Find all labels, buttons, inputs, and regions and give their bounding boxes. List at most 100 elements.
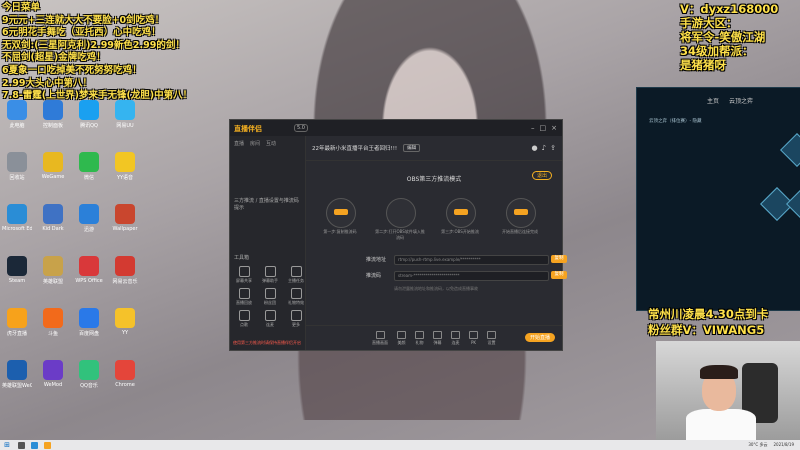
app-icon <box>79 100 99 120</box>
desktop-icon[interactable]: 迅游 <box>74 204 104 233</box>
desktop-icon[interactable]: 腾讯QQ <box>74 100 104 129</box>
desktop-icon[interactable]: WeGame <box>38 152 68 180</box>
desktop-icon[interactable]: 微信 <box>74 152 104 181</box>
desktop-icon[interactable]: YY <box>110 308 140 336</box>
maximize-icon[interactable]: □ <box>540 124 547 132</box>
desktop-icon-label: WeMod <box>43 382 63 388</box>
toolbar-item[interactable]: 设置 <box>487 330 496 346</box>
desktop-icon[interactable]: 虎牙直播 <box>2 308 32 337</box>
tab-room[interactable]: 房间 <box>250 140 260 147</box>
desktop-icon[interactable]: WPS Office <box>74 256 104 284</box>
menu-line: 6元明花手舞吃（亚托西）心中吃鸡！ <box>2 27 161 39</box>
bell-icon[interactable]: ♪ <box>542 144 546 152</box>
desktop-icon-label: 迅游 <box>83 227 94 233</box>
desktop-icon[interactable]: 控制面板 <box>38 100 68 129</box>
bottom-tip: 使用第三方推流时请保持直播伴侣开启 <box>233 340 301 345</box>
app-taskbar-icon[interactable] <box>44 441 51 449</box>
tab-tft[interactable]: 云顶之弈 <box>729 96 753 105</box>
tab-live[interactable]: 直播 <box>234 140 244 147</box>
desktop-icon[interactable]: 网易UU <box>110 100 140 129</box>
tool-item[interactable]: 点歌 <box>232 310 256 328</box>
menu-line: 9元元+三连就大大不要脸+0剑吃鸡！ <box>2 14 165 26</box>
desktop-icon[interactable]: 英雄联盟 <box>38 256 68 285</box>
menu-line: 不屈剑(超星)金牌吃鸡！ <box>2 52 106 64</box>
tool-item[interactable]: 更多 <box>284 310 308 328</box>
desktop-icon-label: WeGame <box>41 174 65 180</box>
tool-item[interactable]: 主播任务 <box>284 266 308 284</box>
start-live-button[interactable]: 开始直播 <box>524 333 555 342</box>
desktop-icon-label: 斗鱼 <box>47 331 58 337</box>
desktop-icon[interactable]: 斗鱼 <box>38 308 68 337</box>
desktop-icon[interactable]: QQ音乐 <box>74 360 104 389</box>
windows-start-icon[interactable]: ⊞ <box>2 440 12 450</box>
tool-label: 粉丝团 <box>264 300 276 305</box>
desktop-icon-label: 此电脑 <box>9 123 25 129</box>
step-label: 开始直播后连接完成 <box>502 229 538 234</box>
desktop-icon[interactable]: 网易云音乐 <box>110 256 140 285</box>
tool-item[interactable]: 弹幕助手 <box>258 266 282 284</box>
desktop-icon[interactable]: 百度网盘 <box>74 308 104 337</box>
contact-line: 手游大区： <box>680 16 738 30</box>
toolbar-icon <box>415 330 424 339</box>
desktop-icon[interactable]: Kid Dark <box>38 204 68 232</box>
desktop-icon-label: YY <box>121 330 129 336</box>
clock-text[interactable]: 2021/8/19 <box>773 442 794 448</box>
stream-key-field[interactable]: stream-*********************** <box>394 271 549 281</box>
minimize-icon[interactable]: – <box>531 124 535 132</box>
desktop-icon-label: Wallpaper <box>112 226 138 232</box>
toolbar-item[interactable]: 弹幕 <box>433 330 442 346</box>
desktop-icon[interactable]: Wallpaper <box>110 204 140 232</box>
desktop-icon[interactable]: Chrome <box>110 360 140 388</box>
desktop-icon[interactable]: 此电脑 <box>2 100 32 129</box>
desktop-icon-label: 百度网盘 <box>78 331 99 337</box>
streaming-app-window: 直播伴侣 5.0 – □ × 直播 房间 互动 三方推流 / 直播设置与推流码提… <box>229 119 567 351</box>
exit-button[interactable]: 退出 <box>531 171 552 180</box>
toolbar-item[interactable]: 美颜 <box>397 330 406 346</box>
search-icon[interactable] <box>18 441 25 449</box>
app-icon <box>7 204 27 224</box>
desktop-icon-label: 腾讯QQ <box>80 123 98 129</box>
tool-label: 连麦 <box>266 322 274 327</box>
taskbar: ⊞ 30°C 多云 2021/8/19 <box>0 440 800 450</box>
edit-button[interactable]: 编辑 <box>403 144 421 152</box>
copy-url-button[interactable]: 复制 <box>551 255 567 263</box>
tool-label: 主播任务 <box>288 278 304 283</box>
step-label: 第三步:OBS开始推流 <box>441 229 479 234</box>
desktop-icon[interactable]: WeMod <box>38 360 68 388</box>
tool-item[interactable]: 连麦 <box>258 310 282 328</box>
share-icon[interactable]: ⇪ <box>550 144 556 152</box>
toolbar-item[interactable]: PK <box>469 331 478 345</box>
tab-interact[interactable]: 互动 <box>266 140 276 147</box>
webcam-feed <box>656 341 800 440</box>
tool-item[interactable]: 屏幕共享 <box>232 266 256 284</box>
push-url-label: 推流地址 <box>366 257 387 263</box>
weather-text[interactable]: 30°C 多云 <box>748 442 767 448</box>
edge-taskbar-icon[interactable] <box>31 441 38 449</box>
toolbar-item[interactable]: 连麦 <box>451 330 460 346</box>
tool-item[interactable]: 礼物特效 <box>284 288 308 306</box>
desktop-icon-label: 网易UU <box>116 123 134 129</box>
mode-title: OBS第三方推流模式 <box>406 176 462 183</box>
close-icon[interactable]: × <box>551 124 557 132</box>
toolbar-item[interactable]: 直播画面 <box>372 330 388 346</box>
step-circle <box>386 198 416 228</box>
avatar[interactable]: ● <box>532 144 538 152</box>
tab-home[interactable]: 主页 <box>707 96 719 105</box>
tool-label: 点歌 <box>240 322 248 327</box>
desktop-icon[interactable]: 回收站 <box>2 152 32 181</box>
toolbar-icon <box>433 330 442 339</box>
stream-key-label: 推流码 <box>366 273 382 279</box>
tool-item[interactable]: 粉丝团 <box>258 288 282 306</box>
desktop-icon[interactable]: YY语音 <box>110 152 140 181</box>
toolbar-label: 美颜 <box>397 339 406 345</box>
desktop-icon-label: 回收站 <box>9 175 25 181</box>
step-circle <box>446 198 476 228</box>
toolbar-item[interactable]: 礼物 <box>415 330 424 346</box>
desktop-icon[interactable]: Steam <box>2 256 32 284</box>
app-icon <box>115 100 135 120</box>
tool-item[interactable]: 直播回放 <box>232 288 256 306</box>
desktop-icon[interactable]: Microsoft Edge <box>2 204 32 232</box>
desktop-icon[interactable]: 英雄联盟WeGame版 <box>2 360 32 389</box>
push-url-field[interactable]: rtmp://push-rtmp.live.example/********** <box>394 255 549 265</box>
copy-key-button[interactable]: 复制 <box>551 271 567 279</box>
